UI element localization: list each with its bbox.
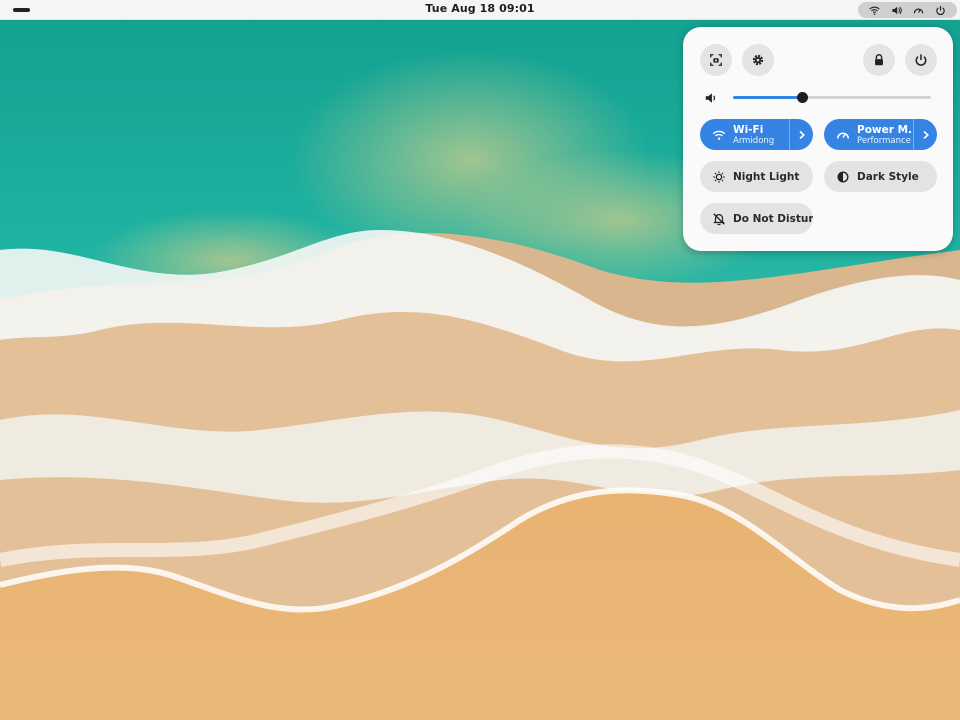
volume-icon [705, 93, 716, 103]
chevron-right-icon [922, 130, 929, 139]
chevron-right-icon [798, 130, 805, 139]
do-not-disturb-label: Do Not Disturb [733, 212, 813, 225]
wifi-icon [712, 130, 726, 140]
volume-icon [892, 6, 902, 14]
lock-button[interactable] [863, 44, 895, 76]
quick-settings-panel: Wi-Fi Armidong Power M... Performance Ni… [683, 27, 953, 251]
wifi-menu-arrow[interactable] [789, 119, 813, 150]
power-icon [915, 54, 927, 66]
dark-style-icon [837, 170, 849, 183]
wifi-network-name: Armidong [733, 135, 775, 146]
top-bar: Tue Aug 18 09:01 [0, 0, 960, 20]
power-mode-menu-arrow[interactable] [913, 119, 937, 150]
power-mode-toggle[interactable]: Power M... Performance [824, 119, 937, 150]
system-menu-button[interactable] [858, 2, 957, 18]
screenshot-button[interactable] [700, 44, 732, 76]
do-not-disturb-toggle[interactable]: Do Not Disturb [700, 203, 813, 234]
dark-style-label: Dark Style [857, 170, 919, 183]
power-mode-value: Performance [857, 135, 911, 146]
settings-button[interactable] [742, 44, 774, 76]
power-icon [935, 5, 945, 15]
lock-icon [875, 54, 883, 66]
clock[interactable]: Tue Aug 18 09:01 [0, 2, 960, 15]
volume-slider-fill [733, 96, 803, 99]
night-light-label: Night Light [733, 170, 800, 183]
wifi-icon [869, 6, 881, 15]
volume-slider-handle[interactable] [797, 92, 809, 103]
wifi-toggle-title: Wi-Fi [733, 123, 764, 136]
notifications-disabled-icon [713, 212, 725, 225]
night-light-toggle[interactable]: Night Light [700, 161, 813, 192]
screenshot-icon [710, 54, 722, 66]
wifi-toggle[interactable]: Wi-Fi Armidong [700, 119, 813, 150]
power-mode-title: Power M... [857, 123, 913, 136]
power-mode-icon [913, 8, 924, 13]
night-light-icon [713, 170, 725, 183]
dark-style-toggle[interactable]: Dark Style [824, 161, 937, 192]
volume-slider[interactable] [733, 92, 931, 103]
power-off-button[interactable] [905, 44, 937, 76]
settings-icon [752, 54, 764, 66]
power-mode-icon [836, 132, 850, 139]
